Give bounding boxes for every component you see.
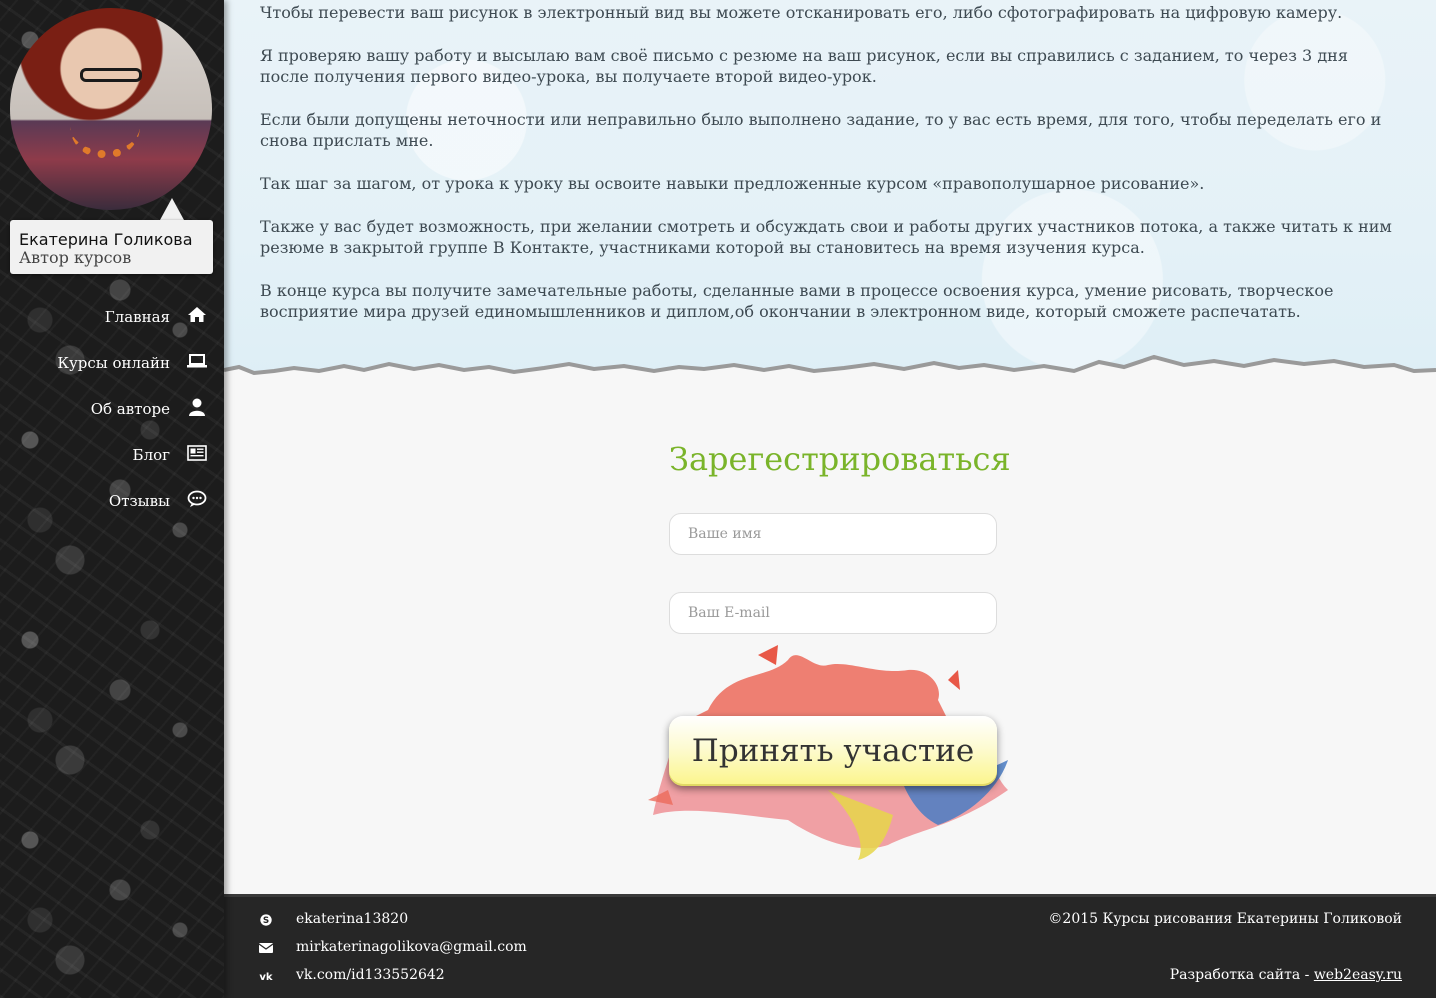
developer-credit: Разработка сайта - web2easy.ru xyxy=(1170,967,1402,983)
avatar-glasses xyxy=(80,68,142,82)
nav-label: Об авторе xyxy=(90,400,170,418)
course-description-section: Чтобы перевести ваш рисунок в электронны… xyxy=(224,0,1436,400)
nav-label: Курсы онлайн xyxy=(57,354,170,372)
avatar xyxy=(10,8,212,210)
vk-icon: vk xyxy=(259,972,273,983)
comment-icon xyxy=(187,490,207,507)
user-icon xyxy=(189,398,205,416)
profile-role: Автор курсов xyxy=(19,248,132,267)
paragraph: Я проверяю вашу работу и высылаю вам сво… xyxy=(260,46,1348,86)
envelope-icon xyxy=(258,943,274,953)
svg-text:vk: vk xyxy=(259,972,273,983)
skype-icon: S xyxy=(260,914,272,926)
nav-label: Блог xyxy=(132,446,170,464)
paragraph: Также у вас будет возможность, при желан… xyxy=(260,217,1392,257)
svg-text:S: S xyxy=(263,916,269,926)
course-description: Чтобы перевести ваш рисунок в электронны… xyxy=(260,2,1400,344)
sidebar: Екатерина Голикова Автор курсов Главная … xyxy=(0,0,224,998)
sidebar-nav: Главная Курсы онлайн Об авторе Блог Отзы… xyxy=(0,296,224,526)
register-title: Зарегестрироваться xyxy=(669,440,1011,478)
nav-item-reviews[interactable]: Отзывы xyxy=(0,480,224,526)
nav-item-home[interactable]: Главная xyxy=(0,296,224,342)
paragraph: Так шаг за шагом, от урока к уроку вы ос… xyxy=(260,174,1205,193)
developer-link[interactable]: web2easy.ru xyxy=(1314,967,1402,983)
nav-item-courses[interactable]: Курсы онлайн xyxy=(0,342,224,388)
vk-link[interactable]: vk.com/id133552642 xyxy=(296,967,445,983)
torn-paper-edge xyxy=(224,354,1436,400)
email-address[interactable]: mirkaterinagolikova@gmail.com xyxy=(296,939,527,955)
nav-label: Отзывы xyxy=(108,492,170,510)
paragraph: Чтобы перевести ваш рисунок в электронны… xyxy=(260,3,1343,22)
avatar-necklace xyxy=(70,126,140,158)
skype-handle[interactable]: ekaterina13820 xyxy=(296,911,408,927)
developer-credit-prefix: Разработка сайта - xyxy=(1169,967,1314,983)
name-input[interactable] xyxy=(669,513,997,555)
profile-card: Екатерина Голикова Автор курсов xyxy=(10,220,213,274)
copyright: ©2015 Курсы рисования Екатерины Голиково… xyxy=(1048,911,1402,927)
footer: S ekaterina13820 mirkaterinagolikova@gma… xyxy=(224,894,1436,998)
profile-card-pointer xyxy=(160,198,184,220)
profile-name: Екатерина Голикова xyxy=(19,230,193,249)
home-icon xyxy=(188,307,206,322)
join-button[interactable]: Принять участие xyxy=(669,716,997,786)
paragraph: Если были допущены неточности или неправ… xyxy=(260,110,1382,150)
nav-label: Главная xyxy=(104,308,170,326)
laptop-icon xyxy=(187,354,207,368)
paragraph: В конце курса вы получите замечательные … xyxy=(260,281,1334,321)
newspaper-icon xyxy=(187,445,207,461)
nav-item-about[interactable]: Об авторе xyxy=(0,388,224,434)
nav-item-blog[interactable]: Блог xyxy=(0,434,224,480)
email-input[interactable] xyxy=(669,592,997,634)
